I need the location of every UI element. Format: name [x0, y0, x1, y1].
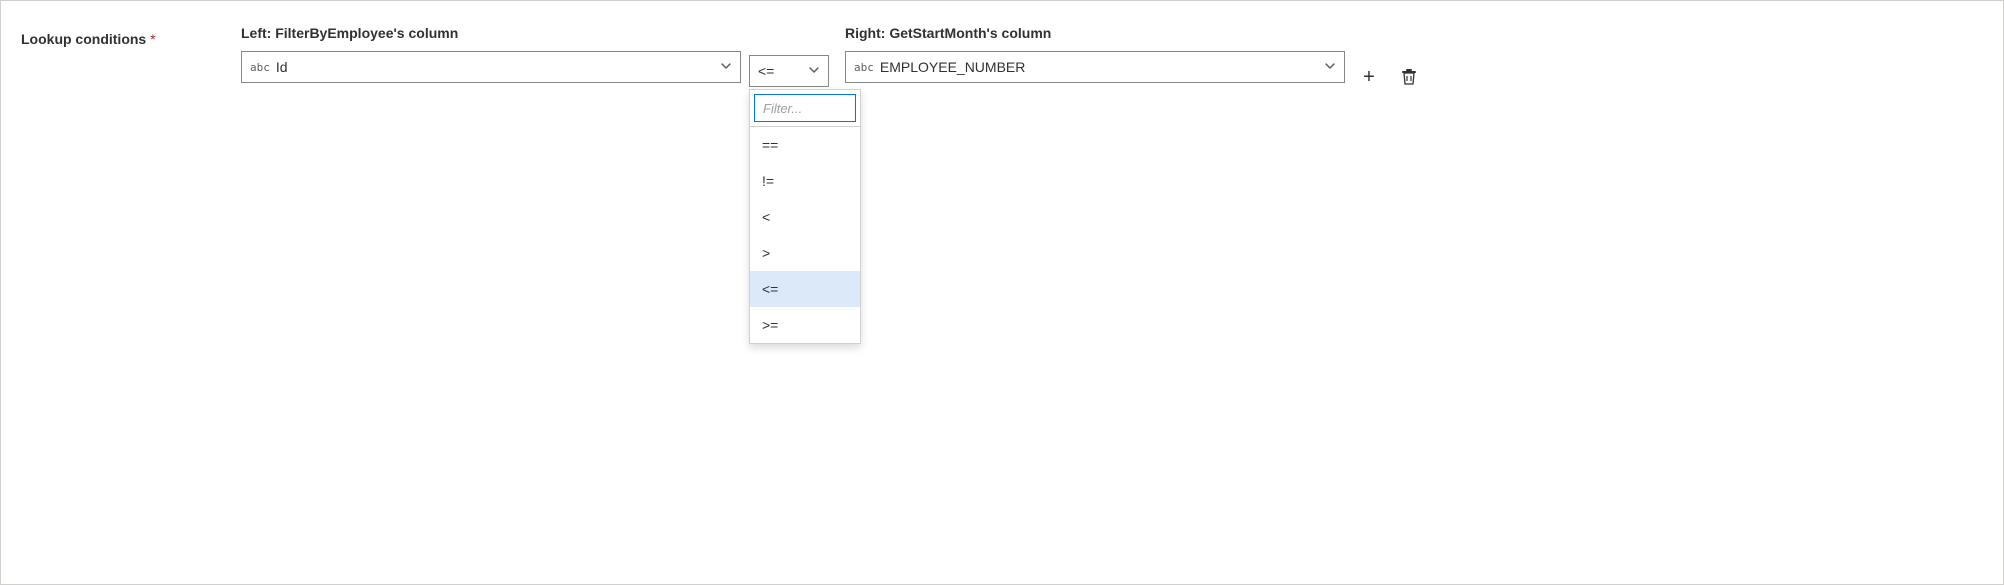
left-column-group: Left: FilterByEmployee's column abc Id [241, 25, 741, 83]
operator-dropdown[interactable]: <= [749, 55, 829, 87]
filter-input-wrapper [750, 90, 860, 127]
operator-chevron-icon [808, 64, 820, 79]
left-type-badge: abc [250, 61, 270, 74]
action-buttons: + [1353, 25, 1425, 93]
delete-condition-button[interactable] [1393, 61, 1425, 93]
left-column-dropdown[interactable]: abc Id [241, 51, 741, 83]
right-column-header: Right: GetStartMonth's column [845, 25, 1345, 45]
right-column-dropdown[interactable]: abc EMPLOYEE_NUMBER [845, 51, 1345, 83]
operator-option-eq[interactable]: == [750, 127, 860, 163]
required-indicator: * [150, 31, 155, 47]
add-icon: + [1363, 66, 1375, 89]
operator-option-neq[interactable]: != [750, 163, 860, 199]
right-column-value: EMPLOYEE_NUMBER [880, 59, 1324, 75]
operator-filter-input[interactable] [754, 94, 856, 122]
right-type-badge: abc [854, 61, 874, 74]
trash-icon [1400, 68, 1418, 86]
left-column-chevron-icon [720, 60, 732, 75]
operator-option-lte[interactable]: <= [750, 271, 860, 307]
add-condition-button[interactable]: + [1353, 61, 1385, 93]
lookup-conditions-label: Lookup conditions [21, 31, 146, 47]
lookup-conditions-panel: Lookup conditions * Left: FilterByEmploy… [0, 0, 2004, 585]
operator-menu: == != < > <= >= [749, 89, 861, 344]
operator-option-lt[interactable]: < [750, 199, 860, 235]
right-column-chevron-icon [1324, 60, 1336, 75]
left-column-value: Id [276, 59, 720, 75]
operator-option-gt[interactable]: > [750, 235, 860, 271]
operator-section: <= == != < > <= >= [749, 25, 829, 87]
right-column-group: Right: GetStartMonth's column abc EMPLOY… [845, 25, 1345, 83]
label-section: Lookup conditions * [21, 25, 241, 47]
operator-value: <= [758, 63, 808, 79]
fields-section: Left: FilterByEmployee's column abc Id <… [241, 25, 1983, 93]
left-column-header: Left: FilterByEmployee's column [241, 25, 741, 45]
operator-option-gte[interactable]: >= [750, 307, 860, 343]
